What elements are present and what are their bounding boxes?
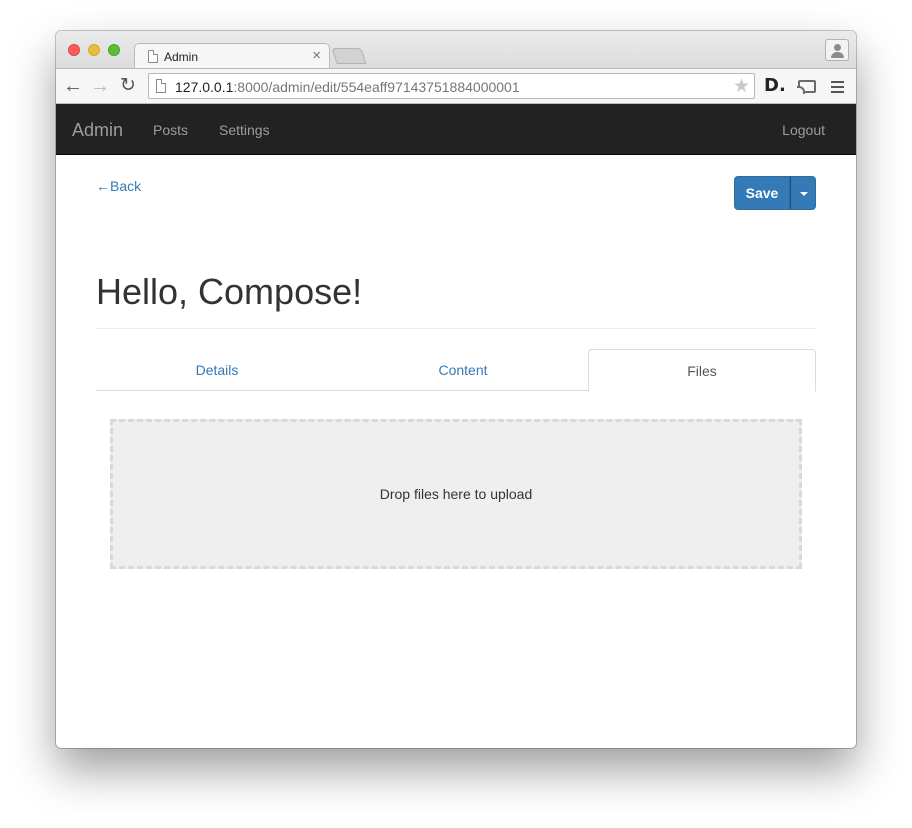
editor-tabs: Details Content Files <box>96 349 816 392</box>
url-text[interactable]: 127.0.0.1:8000/admin/edit/554eaff9714375… <box>175 79 520 95</box>
tab-close-icon[interactable]: × <box>312 47 321 64</box>
browser-toolbar: ← → ↻ 127.0.0.1:8000/admin/edit/554eaff9… <box>56 68 856 104</box>
file-dropzone[interactable]: Drop files here to upload <box>110 419 802 569</box>
forward-arrow-icon[interactable]: → <box>89 74 111 98</box>
logout-link[interactable]: Logout <box>782 122 825 138</box>
tab-content[interactable]: Content <box>340 349 586 391</box>
save-button[interactable]: Save <box>734 176 790 210</box>
reload-icon[interactable]: ↻ <box>117 74 139 98</box>
app-navbar: Admin Posts Settings Logout <box>56 104 856 155</box>
page-title: Hello, Compose! <box>96 271 363 312</box>
navbar-brand[interactable]: Admin <box>72 120 123 141</box>
browser-window: Admin × ← → ↻ 127.0.0.1:8000/admin/edit/… <box>56 31 856 748</box>
close-window-button[interactable] <box>68 44 80 56</box>
tab-files[interactable]: Files <box>588 349 816 392</box>
tab-strip: Admin × <box>56 31 856 69</box>
page-icon <box>156 79 166 93</box>
nav-link-settings[interactable]: Settings <box>219 122 270 138</box>
profile-icon[interactable] <box>825 39 849 61</box>
minimize-window-button[interactable] <box>88 44 100 56</box>
cast-icon[interactable] <box>797 80 816 94</box>
bookmark-star-icon[interactable]: ★ <box>733 75 750 98</box>
title-divider <box>96 328 816 329</box>
browser-menu-icon[interactable] <box>831 81 844 93</box>
back-link[interactable]: ←Back <box>96 178 141 194</box>
maximize-window-button[interactable] <box>108 44 120 56</box>
extension-d-icon[interactable]: D. <box>764 75 786 96</box>
save-dropdown-toggle[interactable] <box>790 176 816 210</box>
back-arrow-icon[interactable]: ← <box>62 74 84 98</box>
page-icon <box>148 50 158 63</box>
address-bar[interactable]: 127.0.0.1:8000/admin/edit/554eaff9714375… <box>148 73 755 99</box>
browser-tab-admin[interactable]: Admin × <box>134 43 330 69</box>
nav-link-posts[interactable]: Posts <box>153 122 188 138</box>
new-tab-button[interactable] <box>331 48 367 64</box>
tab-details[interactable]: Details <box>96 349 338 391</box>
browser-tab-title: Admin <box>164 50 199 64</box>
dropzone-text: Drop files here to upload <box>379 486 533 502</box>
save-button-group: Save <box>734 176 816 210</box>
